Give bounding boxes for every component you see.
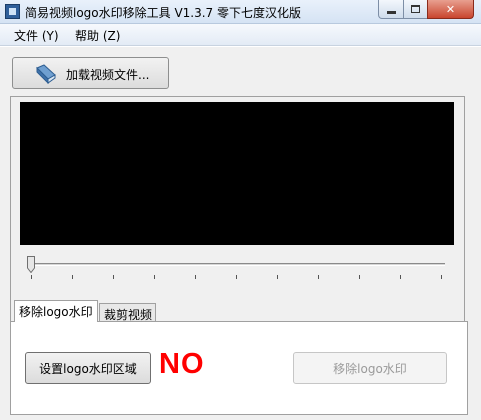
- seek-tick: [113, 275, 114, 279]
- seek-thumb[interactable]: [27, 256, 35, 273]
- seek-tick: [318, 275, 319, 279]
- window-title: 简易视频logo水印移除工具 V1.3.7 零下七度汉化版: [25, 6, 302, 20]
- maximize-icon: [411, 5, 420, 13]
- tab-remove-logo[interactable]: 移除logo水印: [14, 300, 98, 322]
- video-preview: [20, 102, 454, 245]
- title-bar: 简易视频logo水印移除工具 V1.3.7 零下七度汉化版 ✕: [0, 0, 481, 24]
- seek-tick: [277, 275, 278, 279]
- app-icon: [5, 4, 20, 19]
- seek-tick: [236, 275, 237, 279]
- seek-tick: [31, 275, 32, 279]
- book-icon: [36, 64, 56, 84]
- remove-logo-panel: 设置logo水印区域 NO 移除logo水印: [10, 321, 468, 415]
- seek-tick: [72, 275, 73, 279]
- set-logo-region-button[interactable]: 设置logo水印区域: [25, 352, 151, 384]
- main-area: 加载视频文件... 移除logo水印 裁剪视频 设置logo水印区域 NO 移除…: [0, 47, 481, 420]
- load-video-button[interactable]: 加载视频文件...: [12, 57, 169, 89]
- seek-tick: [154, 275, 155, 279]
- seek-tick: [400, 275, 401, 279]
- seek-track[interactable]: [27, 263, 445, 266]
- status-label: NO: [159, 348, 205, 380]
- seek-tick: [359, 275, 360, 279]
- menu-file[interactable]: 文件 (Y): [14, 27, 59, 44]
- close-button[interactable]: ✕: [427, 0, 474, 19]
- remove-watermark-button[interactable]: 移除logo水印: [293, 352, 447, 384]
- minimize-button[interactable]: [378, 0, 404, 19]
- maximize-button[interactable]: [403, 0, 428, 19]
- load-video-label: 加载视频文件...: [66, 68, 150, 82]
- seek-tick: [195, 275, 196, 279]
- seek-tick: [441, 275, 442, 279]
- close-icon: ✕: [445, 2, 456, 16]
- menu-bar: 文件 (Y) 帮助 (Z): [0, 24, 481, 46]
- menu-help[interactable]: 帮助 (Z): [75, 27, 120, 44]
- tab-crop-video[interactable]: 裁剪视频: [99, 303, 156, 322]
- minimize-icon: [386, 10, 396, 14]
